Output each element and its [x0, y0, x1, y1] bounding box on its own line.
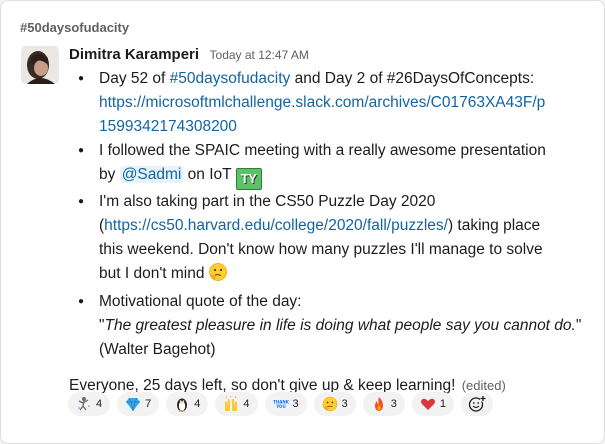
reaction-dancing-figure[interactable]: 4 — [68, 392, 111, 416]
reaction-raised-hands[interactable]: 4 — [215, 392, 258, 416]
thank-you-icon: THANK YOU — [273, 399, 289, 409]
reaction-count: 4 — [194, 398, 201, 410]
bullet-text: and Day 2 of #26DaysOfConcepts: — [290, 70, 535, 87]
link-text: 1599342174308200 — [99, 118, 237, 135]
reaction-count: 4 — [243, 398, 250, 410]
avatar-photo-icon — [21, 46, 59, 84]
list-item: Day 52 of #50daysofudacity and Day 2 of … — [69, 67, 589, 139]
reactions-bar: 4 7 4 4 THANK YOU 3 3 3 1 — [68, 392, 493, 416]
bullet-text: on IoT — [183, 166, 232, 183]
reaction-count: 3 — [292, 398, 299, 410]
thinking-face-icon — [322, 396, 337, 412]
bullet-text: this weekend. Don't know how many puzzle… — [99, 241, 543, 258]
edited-label: (edited) — [461, 378, 506, 393]
bullet-text: I'm also taking part in the CS50 Puzzle … — [99, 193, 436, 210]
penguin-icon — [177, 398, 188, 412]
slack-archive-link[interactable]: https://microsoftmlchallenge.slack.com/a… — [99, 94, 545, 135]
reaction-thank-you[interactable]: THANK YOU 3 — [264, 392, 307, 416]
author-name[interactable]: Dimitra Karamperi — [69, 46, 199, 63]
dancing-figure-icon — [78, 397, 90, 411]
bullet-text: Day 52 of — [99, 70, 170, 87]
quote-mark: " — [575, 317, 582, 334]
gem-icon — [126, 397, 141, 412]
avatar[interactable] — [21, 46, 59, 84]
cs50-puzzles-link[interactable]: https://cs50.harvard.edu/college/2020/fa… — [104, 217, 448, 234]
reaction-fire[interactable]: 3 — [362, 392, 405, 416]
heart-icon — [420, 398, 435, 410]
reaction-count: 3 — [390, 398, 397, 410]
quote-text: The greatest pleasure in life is doing w… — [104, 317, 576, 334]
reaction-count: 4 — [96, 398, 103, 410]
reaction-count: 7 — [145, 398, 152, 410]
raised-hands-icon — [225, 396, 238, 411]
thinking-face-icon — [208, 262, 228, 290]
reaction-thinking-face[interactable]: 3 — [313, 392, 356, 416]
bullet-text: by — [99, 166, 120, 183]
reaction-penguin[interactable]: 4 — [166, 392, 209, 416]
link-text: https://microsoftmlchallenge.slack.com/a… — [99, 94, 546, 111]
list-item: Motivational quote of the day: "The grea… — [69, 290, 589, 362]
channel-name[interactable]: #50daysofudacity — [20, 20, 129, 35]
add-reaction-icon — [468, 395, 486, 412]
list-item: I followed the SPAIC meeting with a real… — [69, 139, 589, 190]
bullet-text: Motivational quote of the day: — [99, 293, 302, 310]
reaction-count: 1 — [439, 398, 446, 410]
bullet-text: but I don't mind — [99, 265, 205, 282]
svg-text:YOU: YOU — [275, 404, 285, 409]
bullet-text: ) taking place — [447, 217, 541, 234]
quote-attribution: (Walter Bagehot) — [99, 341, 216, 358]
message-header: Dimitra Karamperi Today at 12:47 AM — [69, 45, 589, 65]
message-timestamp[interactable]: Today at 12:47 AM — [210, 48, 309, 62]
list-item: I'm also taking part in the CS50 Puzzle … — [69, 190, 589, 290]
hashtag-link[interactable]: #50daysofudacity — [170, 70, 291, 87]
reaction-count: 3 — [341, 398, 348, 410]
user-mention[interactable]: @Sadmi — [119, 166, 184, 183]
message-card: #50daysofudacity Dimitra Karamperi Today… — [0, 0, 605, 444]
fire-icon — [374, 397, 383, 411]
message-body: Dimitra Karamperi Today at 12:47 AM Day … — [69, 45, 589, 398]
ty-emoji-icon: TY — [235, 168, 262, 190]
reaction-gem[interactable]: 7 — [117, 392, 160, 416]
add-reaction-button[interactable] — [461, 392, 493, 416]
bullet-list: Day 52 of #50daysofudacity and Day 2 of … — [69, 67, 589, 362]
bullet-text: I followed the SPAIC meeting with a real… — [99, 142, 546, 159]
reaction-heart[interactable]: 1 — [411, 392, 454, 416]
